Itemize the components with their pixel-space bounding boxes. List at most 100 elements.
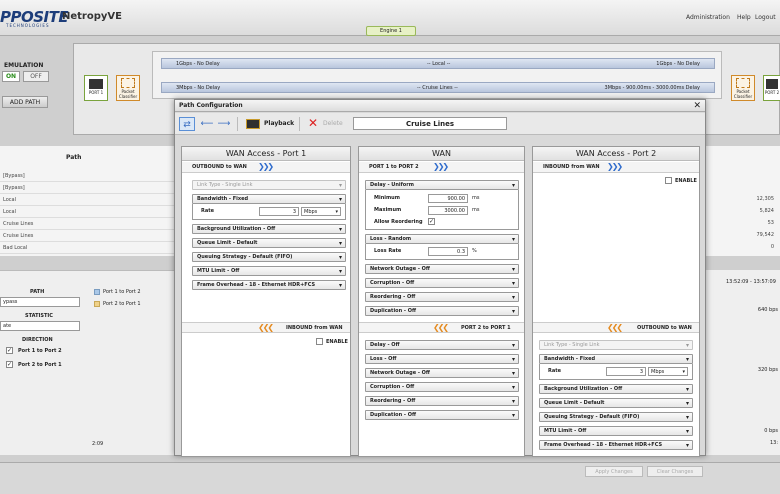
packet-classifier-right[interactable]: Packet Classifier	[731, 75, 755, 101]
classifier-icon	[121, 78, 135, 88]
background-utilization-dropdown[interactable]: Background Utilization - Off	[192, 224, 346, 234]
duplication-dropdown[interactable]: Duplication - Off	[365, 306, 519, 316]
band-cruise-center: -- Cruise Lines --	[417, 85, 458, 91]
reordering-dropdown-reverse[interactable]: Reordering - Off	[365, 396, 519, 406]
loss-dropdown[interactable]: Loss - Random	[365, 234, 519, 244]
mtu-limit-dropdown[interactable]: MTU Limit - Off	[192, 266, 346, 276]
loss-settings: Loss Rate 0.3 %	[365, 244, 519, 260]
table-row[interactable]: Cruise Lines	[0, 230, 176, 242]
band-local[interactable]: 1Gbps - No Delay -- Local -- 1Gbps - No …	[161, 58, 715, 69]
loss-rate-input[interactable]: 0.3	[428, 247, 468, 256]
maximum-input[interactable]: 3000.00	[428, 206, 468, 215]
corruption-dropdown[interactable]: Corruption - Off	[365, 278, 519, 288]
chevron-left-icon: ❮❮❮	[258, 323, 274, 332]
port1-inbound-enable-checkbox[interactable]	[316, 338, 323, 345]
emulation-off-button[interactable]: OFF	[23, 71, 49, 82]
queuing-strategy-dropdown[interactable]: Queuing Strategy - Default (FIFO)	[192, 252, 346, 262]
legend-1: Port 1 to Port 2	[103, 289, 141, 295]
path-name-input[interactable]: Cruise Lines	[353, 117, 507, 130]
band-local-center: -- Local --	[427, 61, 451, 67]
delete-button[interactable]: Delete	[323, 120, 343, 127]
port2-link-type-dropdown[interactable]: Link Type - Single Link	[539, 340, 693, 350]
delay-dropdown-reverse[interactable]: Delay - Off	[365, 340, 519, 350]
bidirectional-icon[interactable]: ⇄	[179, 117, 195, 131]
network-outage-dropdown-reverse[interactable]: Network Outage - Off	[365, 368, 519, 378]
minimum-label: Minimum	[374, 195, 400, 201]
close-icon[interactable]: ✕	[693, 101, 701, 111]
port2-inbound-enable-checkbox[interactable]	[665, 177, 672, 184]
rate-input[interactable]: 3	[259, 207, 299, 216]
port1-box[interactable]: PORT 1	[84, 75, 108, 101]
y-label-bottom: 0 bps	[764, 428, 778, 434]
maximum-unit: ms	[472, 207, 480, 213]
table-row[interactable]: Local	[0, 206, 176, 218]
arrow-right-icon[interactable]: ⟶	[217, 117, 231, 131]
table-row[interactable]: [Bypass]	[0, 170, 176, 182]
wan-title: WAN	[359, 147, 524, 161]
network-outage-dropdown[interactable]: Network Outage - Off	[365, 264, 519, 274]
x-end-label: 13:	[769, 440, 778, 446]
delay-dropdown[interactable]: Delay - Uniform	[365, 180, 519, 190]
engine-tab[interactable]: Engine 1	[366, 26, 416, 36]
port2-rate-unit-select[interactable]: Mbps	[648, 367, 688, 376]
wan-access-port1-title: WAN Access - Port 1	[182, 147, 350, 161]
minimum-input[interactable]: 900.00	[428, 194, 468, 203]
statistic-select[interactable]: ate	[0, 321, 80, 331]
port2-rate-input[interactable]: 3	[606, 367, 646, 376]
dir2-checkbox[interactable]: ✓	[6, 361, 13, 368]
corruption-dropdown-reverse[interactable]: Corruption - Off	[365, 382, 519, 392]
packet-classifier-left[interactable]: Packet Classifier	[116, 75, 140, 101]
allow-reordering-label: Allow Reordering	[374, 219, 423, 225]
apply-changes-button[interactable]: Apply Changes	[585, 466, 643, 477]
delete-icon[interactable]: ✕	[308, 116, 318, 130]
arrow-left-icon[interactable]: ⟵	[200, 117, 214, 131]
rate-unit-select[interactable]: Mbps	[301, 207, 341, 216]
table-row[interactable]: Local	[0, 194, 176, 206]
dialog-toolbar: ⇄ ⟵ ⟶ Playback ✕ Delete Cruise Lines	[175, 113, 705, 135]
band-cruise[interactable]: 3Mbps - No Delay -- Cruise Lines -- 3Mbp…	[161, 82, 715, 93]
loss-dropdown-reverse[interactable]: Loss - Off	[365, 354, 519, 364]
logout-link[interactable]: Logout	[755, 14, 776, 21]
link-type-dropdown[interactable]: Link Type - Single Link	[192, 180, 346, 190]
queue-limit-dropdown[interactable]: Queue Limit - Default	[192, 238, 346, 248]
dir1-checkbox[interactable]: ✓	[6, 347, 13, 354]
path-select[interactable]: ypass	[0, 297, 80, 307]
chevron-right-icon: ❯❯❯	[258, 162, 274, 171]
table-row[interactable]: Bad Local	[0, 242, 176, 254]
packet-classifier-right-label: Packet Classifier	[733, 89, 753, 99]
port2-queue-limit-dropdown[interactable]: Queue Limit - Default	[539, 398, 693, 408]
playback-button[interactable]: Playback	[264, 120, 294, 127]
port2-box[interactable]: PORT 2	[763, 75, 780, 101]
outbound-to-wan-header: OUTBOUND to WAN ❯❯❯	[182, 162, 350, 173]
port2-frame-overhead-dropdown[interactable]: Frame Overhead - 18 - Ethernet HDR+FCS	[539, 440, 693, 450]
paths-table: Path [Bypass] [Bypass] Local Local Cruis…	[0, 146, 176, 256]
chevron-left-icon: ❮❮❮	[607, 323, 623, 332]
rate-label: Rate	[201, 208, 215, 214]
port2-mtu-limit-dropdown[interactable]: MTU Limit - Off	[539, 426, 693, 436]
frame-overhead-dropdown[interactable]: Frame Overhead - 18 - Ethernet HDR+FCS	[192, 280, 346, 290]
bandwidth-dropdown[interactable]: Bandwidth - Fixed	[192, 194, 346, 204]
duplication-dropdown-reverse[interactable]: Duplication - Off	[365, 410, 519, 420]
port2-queuing-strategy-dropdown[interactable]: Queuing Strategy - Default (FIFO)	[539, 412, 693, 422]
table-row[interactable]: [Bypass]	[0, 182, 176, 194]
band-local-left: 1Gbps - No Delay	[176, 61, 220, 67]
reordering-dropdown[interactable]: Reordering - Off	[365, 292, 519, 302]
path-label: PATH	[30, 289, 45, 295]
emulation-on-button[interactable]: ON	[2, 71, 20, 82]
port2-background-utilization-dropdown[interactable]: Background Utilization - Off	[539, 384, 693, 394]
administration-link[interactable]: Administration	[686, 14, 730, 21]
dir1-label: Port 1 to Port 2	[18, 348, 62, 354]
port2-bandwidth-dropdown[interactable]: Bandwidth - Fixed	[539, 354, 693, 364]
help-link[interactable]: Help	[737, 14, 751, 21]
port2-inbound-header: INBOUND from WAN ❯❯❯	[533, 162, 699, 173]
allow-reordering-checkbox[interactable]: ✓	[428, 218, 435, 225]
wan-access-port1-panel: WAN Access - Port 1 OUTBOUND to WAN ❯❯❯ …	[181, 146, 351, 457]
clear-changes-button[interactable]: Clear Changes	[647, 466, 703, 477]
p1p2-label: PORT 1 to PORT 2	[369, 164, 419, 170]
chevron-right-icon: ❯❯❯	[433, 162, 449, 171]
add-path-button[interactable]: ADD PATH	[2, 96, 48, 108]
playback-icon[interactable]	[246, 119, 260, 129]
table-row[interactable]: Cruise Lines	[0, 218, 176, 230]
path-bands: 1Gbps - No Delay -- Local -- 1Gbps - No …	[152, 51, 722, 99]
y-label-mid: 320 bps	[757, 367, 778, 373]
